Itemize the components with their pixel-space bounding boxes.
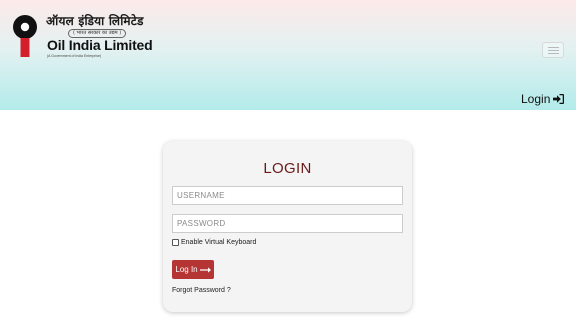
logo-english-name: Oil India Limited [47,37,153,53]
long-arrow-right-icon [199,266,211,273]
hamburger-icon-line [548,50,559,51]
logo-subtitle: (A Government of India Enterprise) [47,54,102,58]
password-input[interactable]: PASSWORD [172,214,403,233]
header-login-label: Login [521,92,551,106]
site-header: ऑयल इंडिया लिमिटेड ( भारत सरकार का उद्यम… [0,0,576,110]
oil-drop-logo-icon [13,15,37,57]
virtual-keyboard-label: Enable Virtual Keyboard [181,239,257,246]
login-submit-button[interactable]: Log In [172,260,214,279]
virtual-keyboard-checkbox[interactable] [172,239,179,246]
login-title: LOGIN [263,160,312,177]
login-card: LOGIN USERNAME PASSWORD Enable Virtual K… [163,141,412,312]
menu-toggle-button[interactable] [542,42,564,58]
oil-india-logo[interactable]: ऑयल इंडिया लिमिटेड ( भारत सरकार का उद्यम… [10,12,153,60]
forgot-password-link[interactable]: Forgot Password ? [172,287,231,294]
hamburger-icon-line [548,47,559,48]
username-input[interactable]: USERNAME [172,186,403,205]
logo-hindi-name: ऑयल इंडिया लिमिटेड [46,14,144,28]
hamburger-icon-line [548,53,559,54]
virtual-keyboard-option[interactable]: Enable Virtual Keyboard [172,239,256,246]
sign-in-icon [553,94,565,104]
header-login-link[interactable]: Login [521,92,565,106]
login-submit-label: Log In [175,265,198,274]
